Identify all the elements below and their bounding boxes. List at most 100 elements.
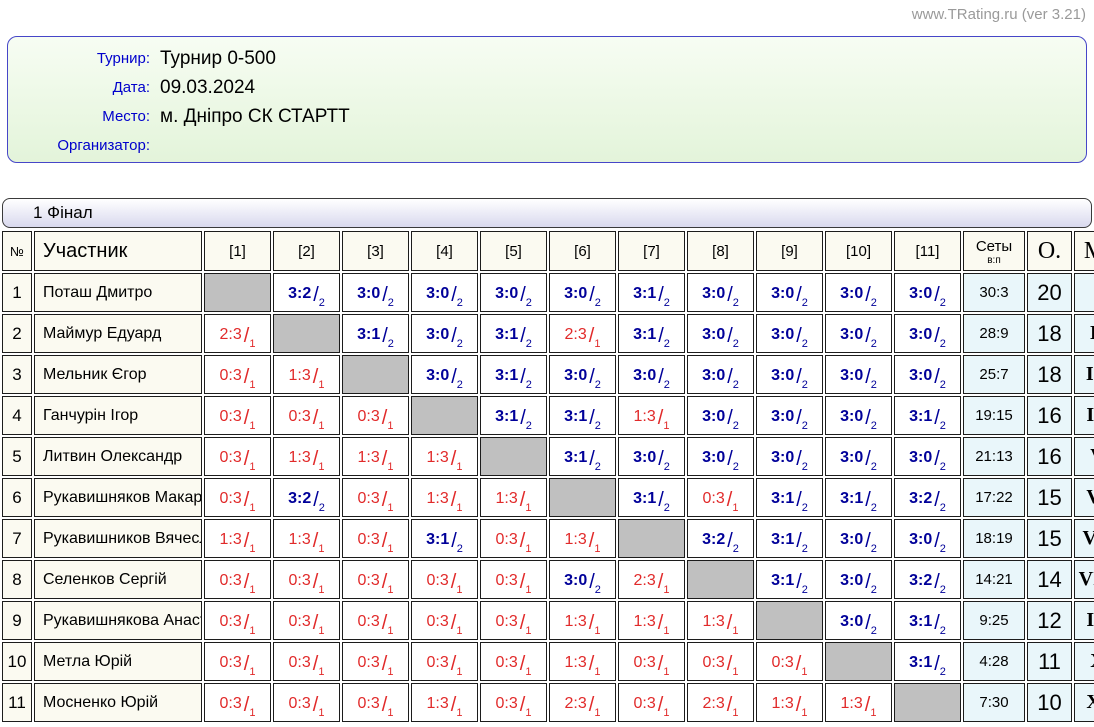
score-value: 0:3: [496, 654, 518, 671]
score-points: 2: [526, 379, 532, 391]
score-cell: 1:3/1: [618, 396, 685, 435]
score-cell: 1:3/1: [411, 478, 478, 517]
score-cell: 3:1/2: [549, 437, 616, 476]
score-points: 2: [595, 420, 601, 432]
score-value: 3:1: [564, 449, 587, 466]
score-value: 0:3: [220, 449, 242, 466]
score-points: 1: [249, 584, 255, 596]
score-slash: /: [796, 284, 802, 306]
score-points: 2: [526, 420, 532, 432]
score-cell: 3:2/2: [273, 478, 340, 517]
score-value: 3:0: [840, 408, 863, 425]
place-cell: VIII: [1074, 560, 1094, 599]
score-value: 0:3: [220, 654, 242, 671]
player-number: 7: [2, 519, 32, 558]
score-slash: /: [865, 571, 871, 593]
score-cell: 1:3/1: [411, 437, 478, 476]
place-cell: VII: [1074, 519, 1094, 558]
date-value: 09.03.2024: [160, 77, 255, 99]
info-row-place: Место: м. Дніпро СК СТАРТТ: [8, 102, 1086, 131]
place-value: м. Дніпро СК СТАРТТ: [160, 106, 350, 128]
player-row: 6Рукавишняков Макар0:3/13:2/20:3/11:3/11…: [2, 478, 1094, 517]
score-points: 1: [456, 707, 462, 719]
score-points: 1: [249, 338, 255, 350]
score-value: 3:2: [288, 285, 311, 302]
score-value: 3:0: [840, 572, 863, 589]
player-row: 2Маймур Едуард2:3/13:1/23:0/23:1/22:3/13…: [2, 314, 1094, 353]
score-value: 3:0: [840, 367, 863, 384]
score-points: 1: [387, 584, 393, 596]
score-slash: /: [934, 571, 940, 593]
score-value: 3:0: [357, 285, 380, 302]
results-table: №Участник[1][2][3][4][5][6][7][8][9][10]…: [0, 229, 1094, 724]
score-value: 1:3: [772, 695, 794, 712]
col-header-round-5: [5]: [480, 231, 547, 271]
score-value: 3:0: [909, 326, 932, 343]
score-points: 1: [249, 420, 255, 432]
score-cell: 0:3/1: [204, 683, 271, 722]
player-number: 8: [2, 560, 32, 599]
score-value: 3:1: [771, 531, 794, 548]
score-value: 0:3: [289, 572, 311, 589]
player-row: 5Литвин Олександр0:3/11:3/11:3/11:3/13:1…: [2, 437, 1094, 476]
score-cell: 3:0/2: [825, 560, 892, 599]
score-cell: 0:3/1: [687, 642, 754, 681]
score-slash: /: [589, 448, 595, 470]
score-points: 2: [733, 297, 739, 309]
sets-header-label: Сеты: [964, 239, 1024, 255]
score-slash: /: [451, 366, 457, 388]
score-value: 1:3: [565, 613, 587, 630]
points-cell: 12: [1027, 601, 1072, 640]
player-row: 11Мосненко Юрій0:3/10:3/10:3/11:3/10:3/1…: [2, 683, 1094, 722]
score-value: 3:0: [495, 285, 518, 302]
score-value: 0:3: [220, 572, 242, 589]
score-points: 2: [733, 461, 739, 473]
score-points: 2: [940, 625, 946, 637]
score-value: 1:3: [289, 367, 311, 384]
score-points: 1: [387, 502, 393, 514]
col-header-round-10: [10]: [825, 231, 892, 271]
score-slash: /: [865, 407, 871, 429]
score-cell: 3:1/2: [480, 314, 547, 353]
score-points: 1: [387, 420, 393, 432]
score-cell: 3:0/2: [618, 355, 685, 394]
score-slash: /: [451, 325, 457, 347]
score-slash: /: [934, 530, 940, 552]
score-value: 2:3: [565, 326, 587, 343]
score-points: 2: [664, 379, 670, 391]
score-slash: /: [727, 407, 733, 429]
score-cell: 3:2/2: [687, 519, 754, 558]
score-cell: 3:0/2: [411, 273, 478, 312]
col-header-round-2: [2]: [273, 231, 340, 271]
score-value: 3:1: [495, 408, 518, 425]
col-header-round-7: [7]: [618, 231, 685, 271]
score-cell: 0:3/1: [273, 396, 340, 435]
score-value: 1:3: [427, 695, 449, 712]
score-value: 3:0: [426, 285, 449, 302]
score-value: 2:3: [565, 695, 587, 712]
sets-cell: 7:30: [963, 683, 1025, 722]
info-row-organizer: Организатор:: [8, 131, 1086, 160]
score-cell: 0:3/1: [618, 683, 685, 722]
score-slash: /: [589, 284, 595, 306]
score-slash: /: [865, 489, 871, 511]
score-points: 2: [733, 420, 739, 432]
score-value: 3:0: [771, 285, 794, 302]
score-cell: 2:3/1: [549, 314, 616, 353]
sets-cell: 14:21: [963, 560, 1025, 599]
score-points: 2: [595, 379, 601, 391]
player-row: 10Метла Юрій0:3/10:3/10:3/10:3/10:3/11:3…: [2, 642, 1094, 681]
score-points: 1: [456, 625, 462, 637]
self-cell: [411, 396, 478, 435]
place-cell: I: [1074, 273, 1094, 312]
score-value: 3:1: [840, 490, 863, 507]
score-value: 3:2: [909, 572, 932, 589]
score-value: 1:3: [634, 408, 656, 425]
self-cell: [549, 478, 616, 517]
score-value: 1:3: [358, 449, 380, 466]
score-value: 3:0: [426, 326, 449, 343]
player-number: 3: [2, 355, 32, 394]
score-slash: /: [865, 366, 871, 388]
score-value: 0:3: [427, 572, 449, 589]
score-points: 2: [871, 584, 877, 596]
